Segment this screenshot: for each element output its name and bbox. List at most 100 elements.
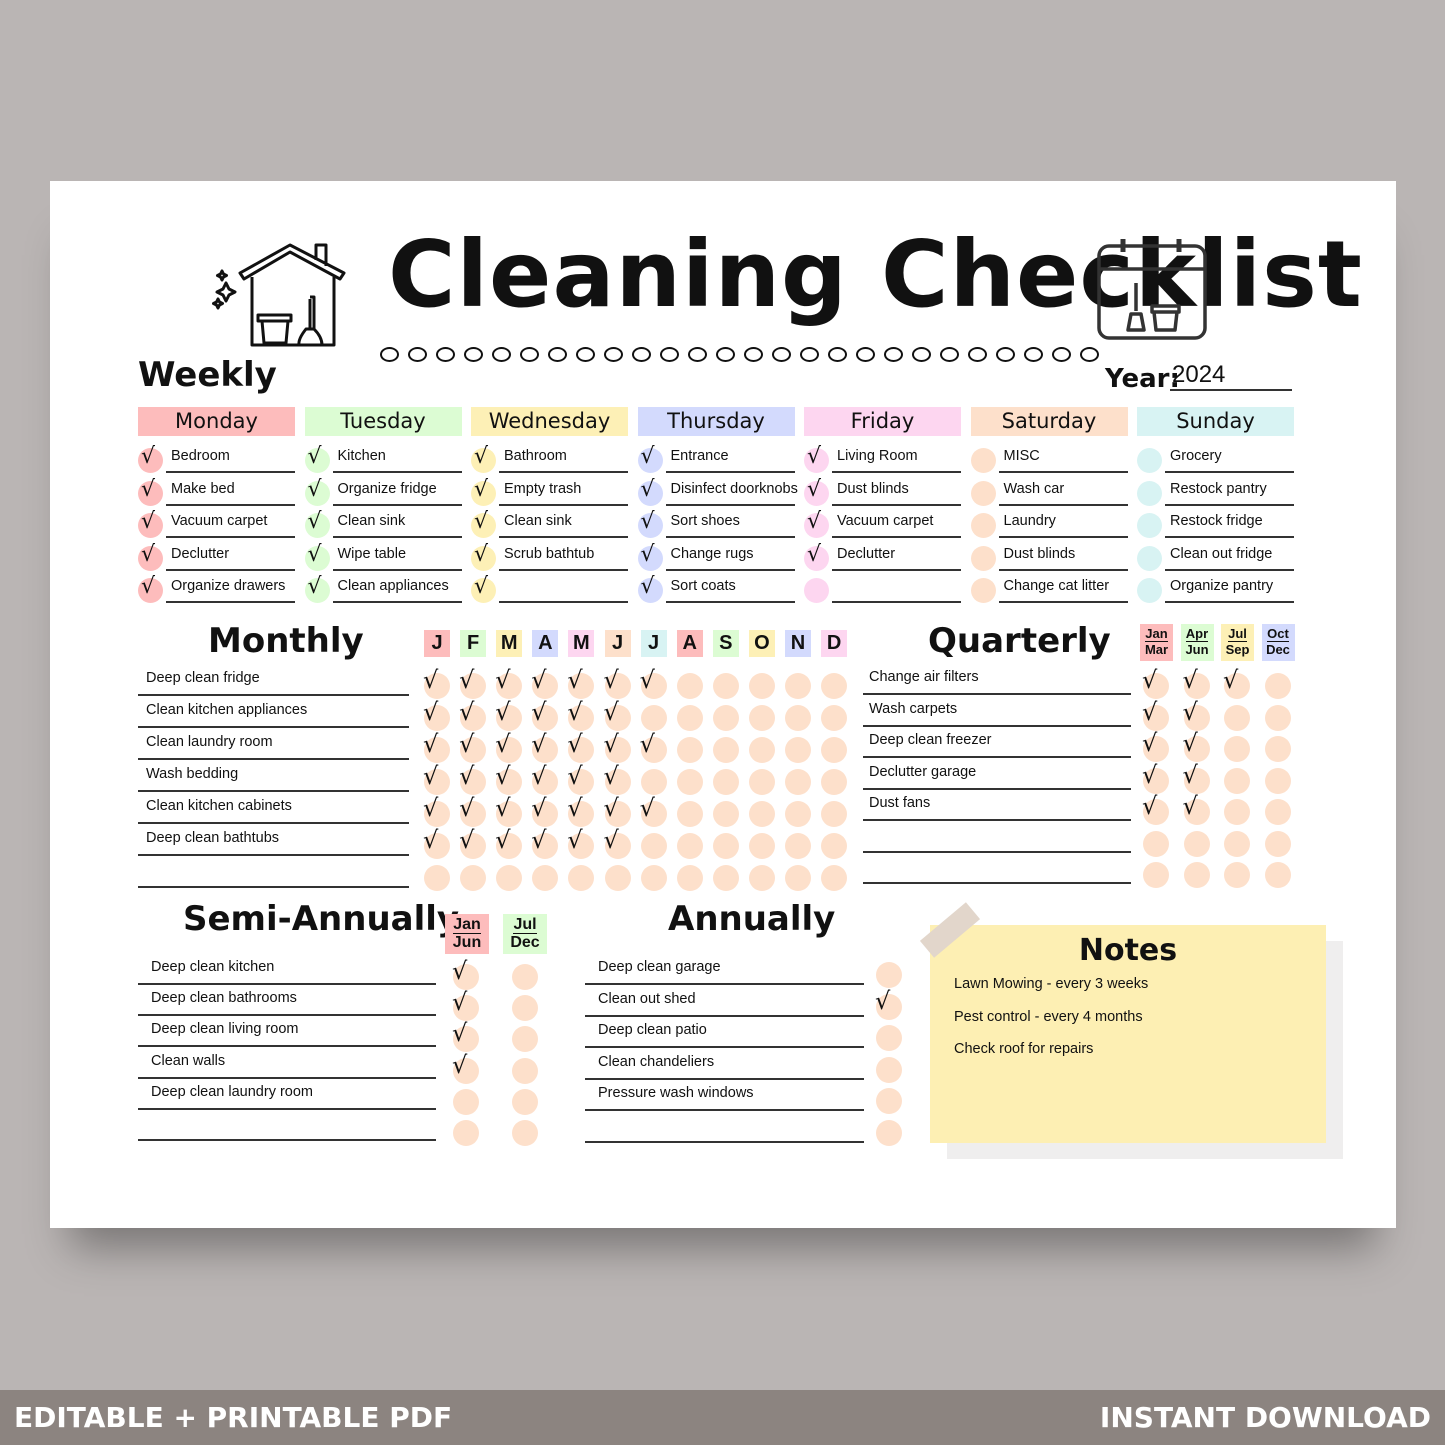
task-label[interactable]: Disinfect doorknobs [665, 481, 798, 506]
note-line[interactable]: Check roof for repairs [954, 1041, 1326, 1074]
task-checkbox[interactable] [970, 448, 996, 473]
quarterly-task[interactable]: Dust fans [863, 795, 1131, 821]
month-checkbox[interactable] [676, 801, 703, 827]
quarterly-task[interactable] [863, 858, 1131, 884]
monthly-task[interactable]: Clean kitchen cabinets [138, 798, 409, 824]
task-label[interactable]: Entrance [665, 448, 795, 473]
month-checkbox[interactable]: √ [567, 762, 595, 795]
quarter-checkbox[interactable]: √ [1142, 792, 1169, 825]
month-checkbox[interactable] [821, 673, 848, 699]
annual-checkbox[interactable] [876, 1119, 902, 1146]
month-checkbox[interactable] [821, 737, 848, 763]
quarter-checkbox[interactable] [1264, 862, 1291, 888]
month-checkbox[interactable]: √ [567, 794, 595, 827]
month-checkbox[interactable] [785, 865, 811, 891]
month-checkbox[interactable] [748, 801, 775, 827]
task-label[interactable]: Change cat litter [998, 578, 1128, 604]
month-checkbox[interactable] [821, 865, 848, 891]
annual-checkbox[interactable] [876, 1056, 902, 1083]
month-checkbox[interactable] [748, 705, 775, 731]
month-checkbox[interactable] [712, 865, 739, 891]
quarter-checkbox[interactable] [1224, 704, 1250, 731]
task-checkbox[interactable] [970, 513, 996, 539]
monthly-task[interactable]: Clean laundry room [138, 734, 409, 760]
quarter-checkbox[interactable]: √ [1223, 666, 1250, 699]
monthly-task[interactable]: Deep clean fridge [138, 670, 409, 696]
task-label[interactable]: Bathroom [499, 448, 628, 473]
month-checkbox[interactable] [748, 769, 775, 795]
task-label[interactable]: Wipe table [332, 546, 462, 571]
month-checkbox[interactable] [568, 865, 595, 891]
month-checkbox[interactable] [460, 865, 487, 891]
quarter-checkbox[interactable]: √ [1142, 666, 1169, 699]
quarter-checkbox[interactable]: √ [1183, 761, 1210, 794]
quarter-checkbox[interactable]: √ [1142, 761, 1169, 794]
month-checkbox[interactable]: √ [604, 698, 631, 731]
month-checkbox[interactable]: √ [531, 698, 559, 731]
month-checkbox[interactable] [640, 833, 667, 859]
month-checkbox[interactable] [640, 865, 667, 891]
month-checkbox[interactable]: √ [495, 730, 523, 763]
task-label[interactable]: Organize pantry [1165, 578, 1294, 604]
annual-task[interactable]: Clean chandeliers [585, 1054, 864, 1080]
half-checkbox[interactable] [512, 1120, 538, 1146]
half-checkbox[interactable]: √ [452, 988, 479, 1022]
task-label[interactable]: Kitchen [332, 448, 462, 473]
quarter-checkbox[interactable] [1264, 736, 1291, 762]
month-checkbox[interactable]: √ [604, 762, 631, 795]
month-checkbox[interactable]: √ [640, 794, 667, 827]
half-checkbox[interactable]: √ [452, 957, 479, 990]
quarter-checkbox[interactable] [1224, 862, 1250, 888]
quarterly-task[interactable]: Wash carpets [863, 701, 1131, 727]
task-checkbox[interactable] [1137, 480, 1162, 506]
annual-task[interactable]: Pressure wash windows [585, 1085, 864, 1111]
month-checkbox[interactable] [712, 705, 739, 731]
semi-annual-task[interactable] [138, 1115, 436, 1141]
quarterly-task[interactable]: Deep clean freezer [863, 732, 1131, 758]
month-checkbox[interactable]: √ [423, 730, 450, 763]
task-label[interactable]: Clean appliances [332, 578, 462, 604]
month-checkbox[interactable]: √ [423, 794, 450, 827]
half-checkbox[interactable]: √ [452, 1019, 479, 1053]
task-label[interactable]: Scrub bathtub [499, 546, 628, 571]
annual-checkbox[interactable] [876, 1088, 902, 1114]
month-checkbox[interactable]: √ [423, 826, 450, 859]
month-checkbox[interactable] [676, 737, 703, 763]
month-checkbox[interactable]: √ [459, 698, 487, 731]
month-checkbox[interactable] [712, 673, 739, 699]
task-label[interactable]: Declutter [166, 546, 295, 571]
task-label[interactable]: Bedroom [166, 448, 295, 473]
quarter-checkbox[interactable] [1264, 830, 1291, 857]
quarter-checkbox[interactable] [1183, 830, 1210, 857]
month-checkbox[interactable] [748, 833, 775, 859]
quarter-checkbox[interactable] [1264, 704, 1291, 731]
annual-task[interactable]: Deep clean patio [585, 1022, 864, 1048]
month-checkbox[interactable]: √ [423, 698, 450, 731]
month-checkbox[interactable]: √ [604, 666, 631, 699]
annual-checkbox[interactable] [876, 1025, 902, 1051]
quarter-checkbox[interactable] [1224, 767, 1250, 794]
month-checkbox[interactable]: √ [640, 730, 667, 763]
quarter-checkbox[interactable] [1224, 736, 1250, 762]
monthly-task[interactable] [138, 862, 409, 888]
task-label[interactable]: Living Room [832, 448, 961, 473]
quarter-checkbox[interactable] [1264, 673, 1291, 699]
month-checkbox[interactable]: √ [423, 762, 450, 795]
month-checkbox[interactable]: √ [495, 762, 523, 795]
task-label[interactable]: Clean out fridge [1165, 546, 1294, 571]
half-checkbox[interactable] [512, 1088, 538, 1115]
half-checkbox[interactable] [453, 1088, 479, 1115]
task-label[interactable]: Change rugs [665, 546, 795, 571]
quarter-checkbox[interactable]: √ [1142, 729, 1169, 762]
month-checkbox[interactable]: √ [604, 794, 631, 827]
task-label[interactable]: Vacuum carpet [832, 513, 961, 539]
month-checkbox[interactable]: √ [495, 826, 523, 859]
quarter-checkbox[interactable] [1264, 767, 1291, 794]
month-checkbox[interactable]: √ [495, 666, 523, 699]
month-checkbox[interactable] [785, 769, 811, 795]
semi-annual-task[interactable]: Clean walls [138, 1053, 436, 1079]
month-checkbox[interactable]: √ [531, 730, 559, 763]
quarter-checkbox[interactable]: √ [1183, 698, 1210, 731]
month-checkbox[interactable]: √ [459, 730, 487, 763]
task-label[interactable]: Organize drawers [166, 578, 295, 604]
